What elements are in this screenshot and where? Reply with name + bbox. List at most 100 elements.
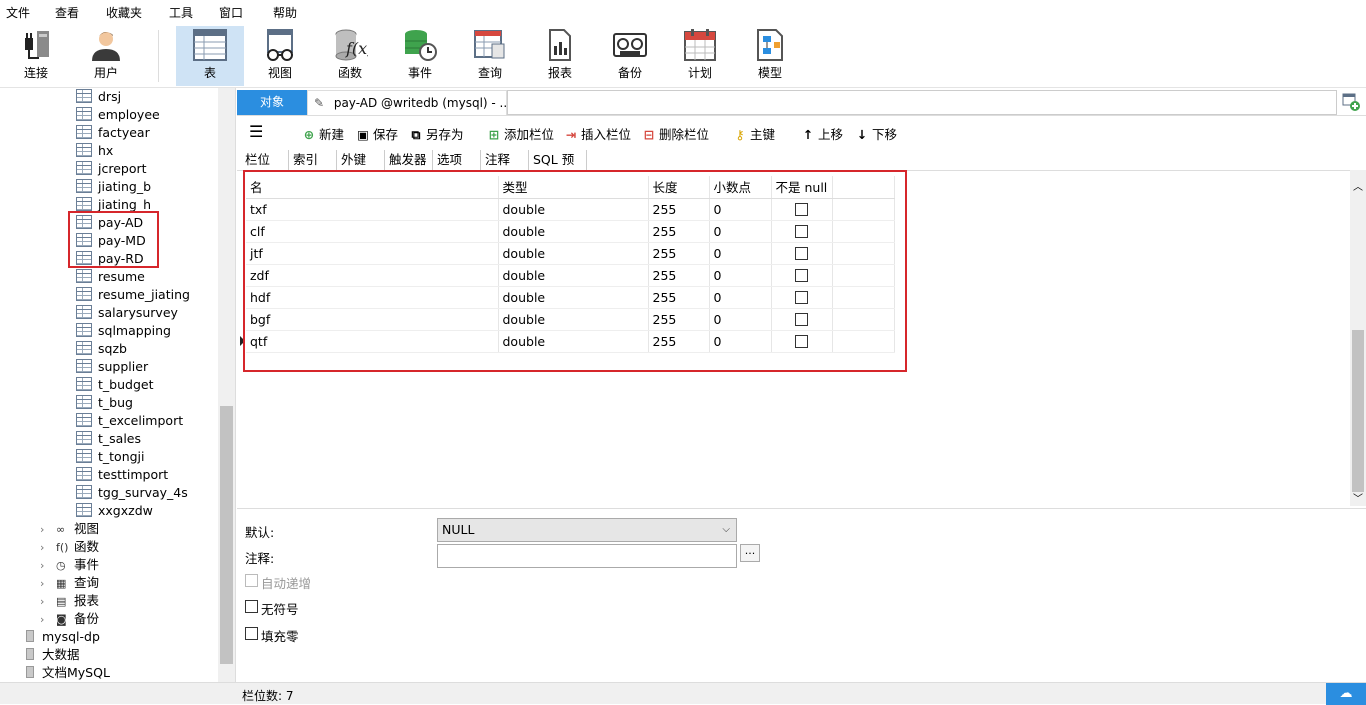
scroll-down-icon[interactable]: ﹀: [1353, 490, 1363, 505]
backup-tape-icon: [613, 33, 647, 57]
chevron-right-icon[interactable]: ›: [40, 575, 56, 593]
comment-input[interactable]: [437, 544, 737, 568]
sidebar-table-item[interactable]: salarysurvey: [76, 304, 178, 322]
sidebar-table-item[interactable]: jcreport: [76, 160, 147, 178]
backup-button[interactable]: 备份: [596, 26, 664, 86]
sidebar-connection-item[interactable]: 大数据: [26, 646, 80, 664]
scroll-up-icon[interactable]: ︿: [1353, 178, 1363, 193]
sidebar-connection-item[interactable]: mysql-dp: [26, 628, 100, 646]
user-button[interactable]: 用户: [72, 26, 140, 86]
sidebar-scroll-thumb[interactable]: [220, 406, 233, 664]
zerofill-checkbox[interactable]: [245, 627, 258, 640]
unsigned-checkbox[interactable]: [245, 600, 258, 613]
cloud-sync-button[interactable]: ☁: [1326, 683, 1366, 705]
sidebar-connection-item[interactable]: 文档MySQL: [26, 664, 110, 682]
sidebar-table-item[interactable]: sqzb: [76, 340, 127, 358]
tab-comments[interactable]: 注释: [481, 150, 529, 170]
sidebar-table-item[interactable]: sqlmapping: [76, 322, 171, 340]
chevron-right-icon[interactable]: ›: [40, 521, 56, 539]
sidebar-table-item[interactable]: t_bug: [76, 394, 133, 412]
function-button[interactable]: f(x) 函数: [316, 26, 384, 86]
view-button[interactable]: 视图: [246, 26, 314, 86]
sidebar-table-item[interactable]: employee: [76, 106, 160, 124]
chevron-right-icon[interactable]: ›: [40, 611, 56, 629]
tab-table-design[interactable]: ✎ pay-AD @writedb (mysql) - ...: [307, 90, 507, 115]
default-label: 默认:: [245, 525, 275, 540]
sidebar-table-item[interactable]: t_budget: [76, 376, 153, 394]
menu-tools[interactable]: 工具: [169, 4, 193, 21]
table-button[interactable]: 表: [176, 26, 244, 86]
function-label: 函数: [337, 66, 362, 80]
chevron-right-icon[interactable]: ›: [40, 593, 56, 611]
sidebar-table-item[interactable]: tgg_survay_4s: [76, 484, 188, 502]
event-clock-icon: [405, 30, 437, 61]
sidebar-group-item[interactable]: › ∞ 视图: [40, 520, 99, 538]
delete-field-button[interactable]: ⊟ 删除栏位: [641, 124, 709, 143]
tab-sql-preview[interactable]: SQL 预览: [529, 150, 587, 187]
new-button[interactable]: ⊕ 新建: [301, 124, 344, 143]
sidebar-table-item[interactable]: drsj: [76, 88, 121, 106]
sidebar-connection-label: mysql-dp: [42, 629, 100, 644]
tab-objects[interactable]: 对象: [237, 90, 307, 115]
comment-expand-button[interactable]: ...: [740, 544, 760, 562]
tab-options[interactable]: 选项: [433, 150, 481, 170]
table-icon: [76, 377, 92, 391]
sidebar-group-label: 函数: [74, 539, 100, 554]
query-button[interactable]: 查询: [456, 26, 524, 86]
add-field-button[interactable]: ⊞ 添加栏位: [486, 124, 554, 143]
move-down-button[interactable]: ↓ 下移: [854, 124, 897, 143]
unsigned-label: 无符号: [261, 602, 299, 617]
sidebar-table-item[interactable]: resume: [76, 268, 145, 286]
add-field-icon: ⊞: [488, 127, 500, 142]
sidebar-table-item[interactable]: t_excelimport: [76, 412, 183, 430]
new-label: 新建: [319, 127, 345, 142]
default-select[interactable]: NULL ⌵: [437, 518, 737, 542]
sidebar-group-item[interactable]: › ◙ 备份: [40, 610, 99, 628]
sidebar-table-item[interactable]: supplier: [76, 358, 148, 376]
menu-favorites[interactable]: 收藏夹: [106, 4, 142, 21]
event-button[interactable]: 事件: [386, 26, 454, 86]
chevron-right-icon[interactable]: ›: [40, 557, 56, 575]
sidebar-table-item[interactable]: factyear: [76, 124, 150, 142]
insert-field-button[interactable]: ⇥ 插入栏位: [563, 124, 631, 143]
tab-triggers[interactable]: 触发器: [385, 150, 433, 170]
sidebar-table-label: testtimport: [98, 467, 169, 482]
menu-view[interactable]: 查看: [55, 4, 79, 21]
sidebar-table-item[interactable]: t_tongji: [76, 448, 145, 466]
move-up-button[interactable]: ↑ 上移: [800, 124, 843, 143]
sidebar-group-item[interactable]: › ▤ 报表: [40, 592, 99, 610]
menu-help[interactable]: 帮助: [273, 4, 297, 21]
connect-button[interactable]: 连接: [2, 26, 70, 86]
grid-scrollbar[interactable]: ︿ ﹀: [1350, 170, 1366, 506]
menu-file[interactable]: 文件: [6, 4, 30, 21]
save-as-label: 另存为: [426, 127, 464, 142]
sidebar-group-item[interactable]: › ◷ 事件: [40, 556, 99, 574]
model-button[interactable]: 模型: [736, 26, 804, 86]
table-icon: [76, 269, 92, 283]
sidebar-table-item[interactable]: t_sales: [76, 430, 141, 448]
save-button[interactable]: ▣ 保存: [355, 124, 398, 143]
table-icon: [76, 323, 92, 337]
report-button[interactable]: 报表: [526, 26, 594, 86]
sidebar-table-item[interactable]: xxgxzdw: [76, 502, 153, 520]
sidebar-scrollbar[interactable]: [218, 88, 235, 682]
tab-indexes[interactable]: 索引: [289, 150, 337, 170]
save-as-button[interactable]: ⧉ 另存为: [408, 124, 464, 143]
menu-window[interactable]: 窗口: [219, 4, 243, 21]
tab-fields[interactable]: 栏位: [241, 150, 289, 170]
new-tab-button[interactable]: [1339, 90, 1363, 114]
hamburger-menu-button[interactable]: ☰: [249, 122, 263, 141]
sidebar-table-item[interactable]: hx: [76, 142, 113, 160]
sidebar-group-item[interactable]: › f() 函数: [40, 538, 99, 556]
tab-foreign-keys[interactable]: 外键: [337, 150, 385, 170]
grid-scroll-thumb[interactable]: [1352, 330, 1364, 492]
edit-table-icon: ✎: [314, 96, 325, 110]
chevron-right-icon[interactable]: ›: [40, 539, 56, 557]
sidebar-table-item[interactable]: testtimport: [76, 466, 168, 484]
primary-key-button[interactable]: ⚷ 主键: [732, 124, 775, 143]
sidebar-table-item[interactable]: jiating_b: [76, 178, 151, 196]
sidebar-table-item[interactable]: resume_jiating: [76, 286, 190, 304]
schedule-button[interactable]: 计划: [666, 26, 734, 86]
sidebar-group-item[interactable]: › ▦ 查询: [40, 574, 99, 592]
toolbar-divider: [158, 30, 159, 82]
